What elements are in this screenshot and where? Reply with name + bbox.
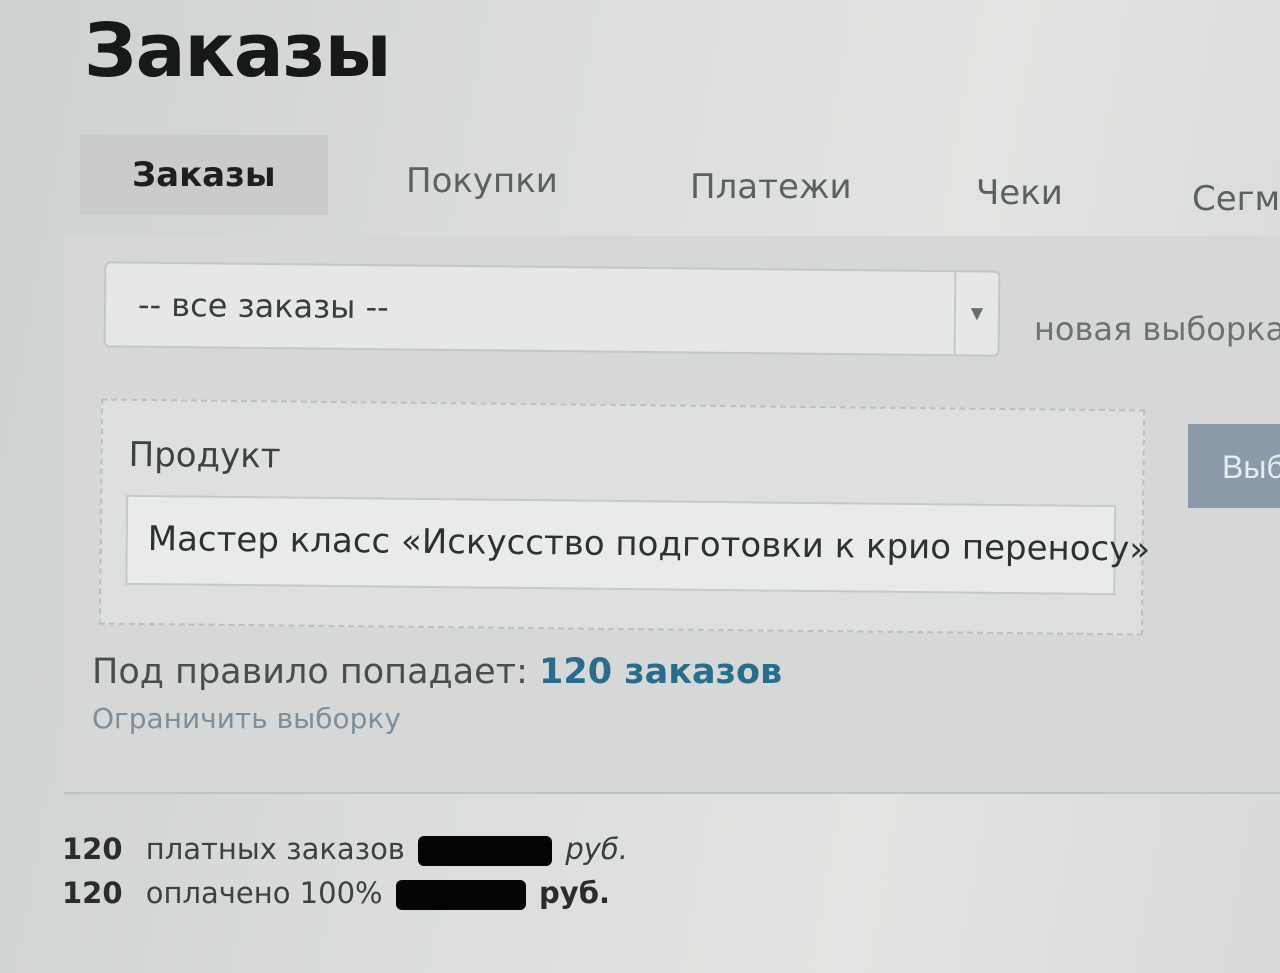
limit-selection-link[interactable]: Ограничить выборку	[92, 702, 401, 735]
page-title: Заказы	[84, 8, 392, 94]
product-field[interactable]: Мастер класс «Искусство подготовки к кри…	[125, 494, 1150, 596]
tab-payments[interactable]: Платежи	[690, 147, 852, 227]
summary-currency: руб.	[539, 876, 610, 910]
summary-label: оплачено 100%	[145, 876, 383, 910]
redacted-amount	[418, 836, 553, 866]
redacted-amount	[395, 880, 526, 910]
summary-count: 120	[62, 876, 123, 910]
summary-label: платных заказов	[145, 832, 405, 866]
tab-receipts[interactable]: Чеки	[976, 153, 1063, 233]
apply-button[interactable]: Выб	[1188, 424, 1280, 508]
summary-count: 120	[62, 832, 123, 866]
summary-currency: руб.	[565, 832, 629, 866]
tab-segments[interactable]: Сегм	[1192, 159, 1280, 239]
rule-count-link[interactable]: 120 заказов	[539, 652, 782, 692]
rule-label: Продукт	[128, 434, 281, 477]
new-selection-link[interactable]: новая выборка	[1034, 310, 1280, 348]
summary-row-paid-orders: 120 платных заказов руб.	[62, 832, 628, 866]
rule-result: Под правило попадает: 120 заказов	[92, 652, 782, 692]
tab-orders[interactable]: Заказы	[80, 135, 328, 215]
dropdown-arrow-icon[interactable]: ▼	[953, 272, 999, 355]
tab-bar: Заказы Покупки Платежи Чеки Сегм	[80, 135, 1280, 235]
select-value: -- все заказы --	[137, 285, 389, 327]
tab-purchases[interactable]: Покупки	[406, 141, 558, 221]
product-value: Мастер класс «Искусство подготовки к кри…	[147, 519, 1151, 570]
summary-row-fully-paid: 120 оплачено 100% руб.	[62, 876, 610, 910]
orders-filter-select[interactable]: -- все заказы -- ▼	[103, 261, 1001, 357]
rule-result-prefix: Под правило попадает:	[92, 652, 528, 692]
rule-box: Продукт Мастер класс «Искусство подготов…	[98, 398, 1150, 636]
